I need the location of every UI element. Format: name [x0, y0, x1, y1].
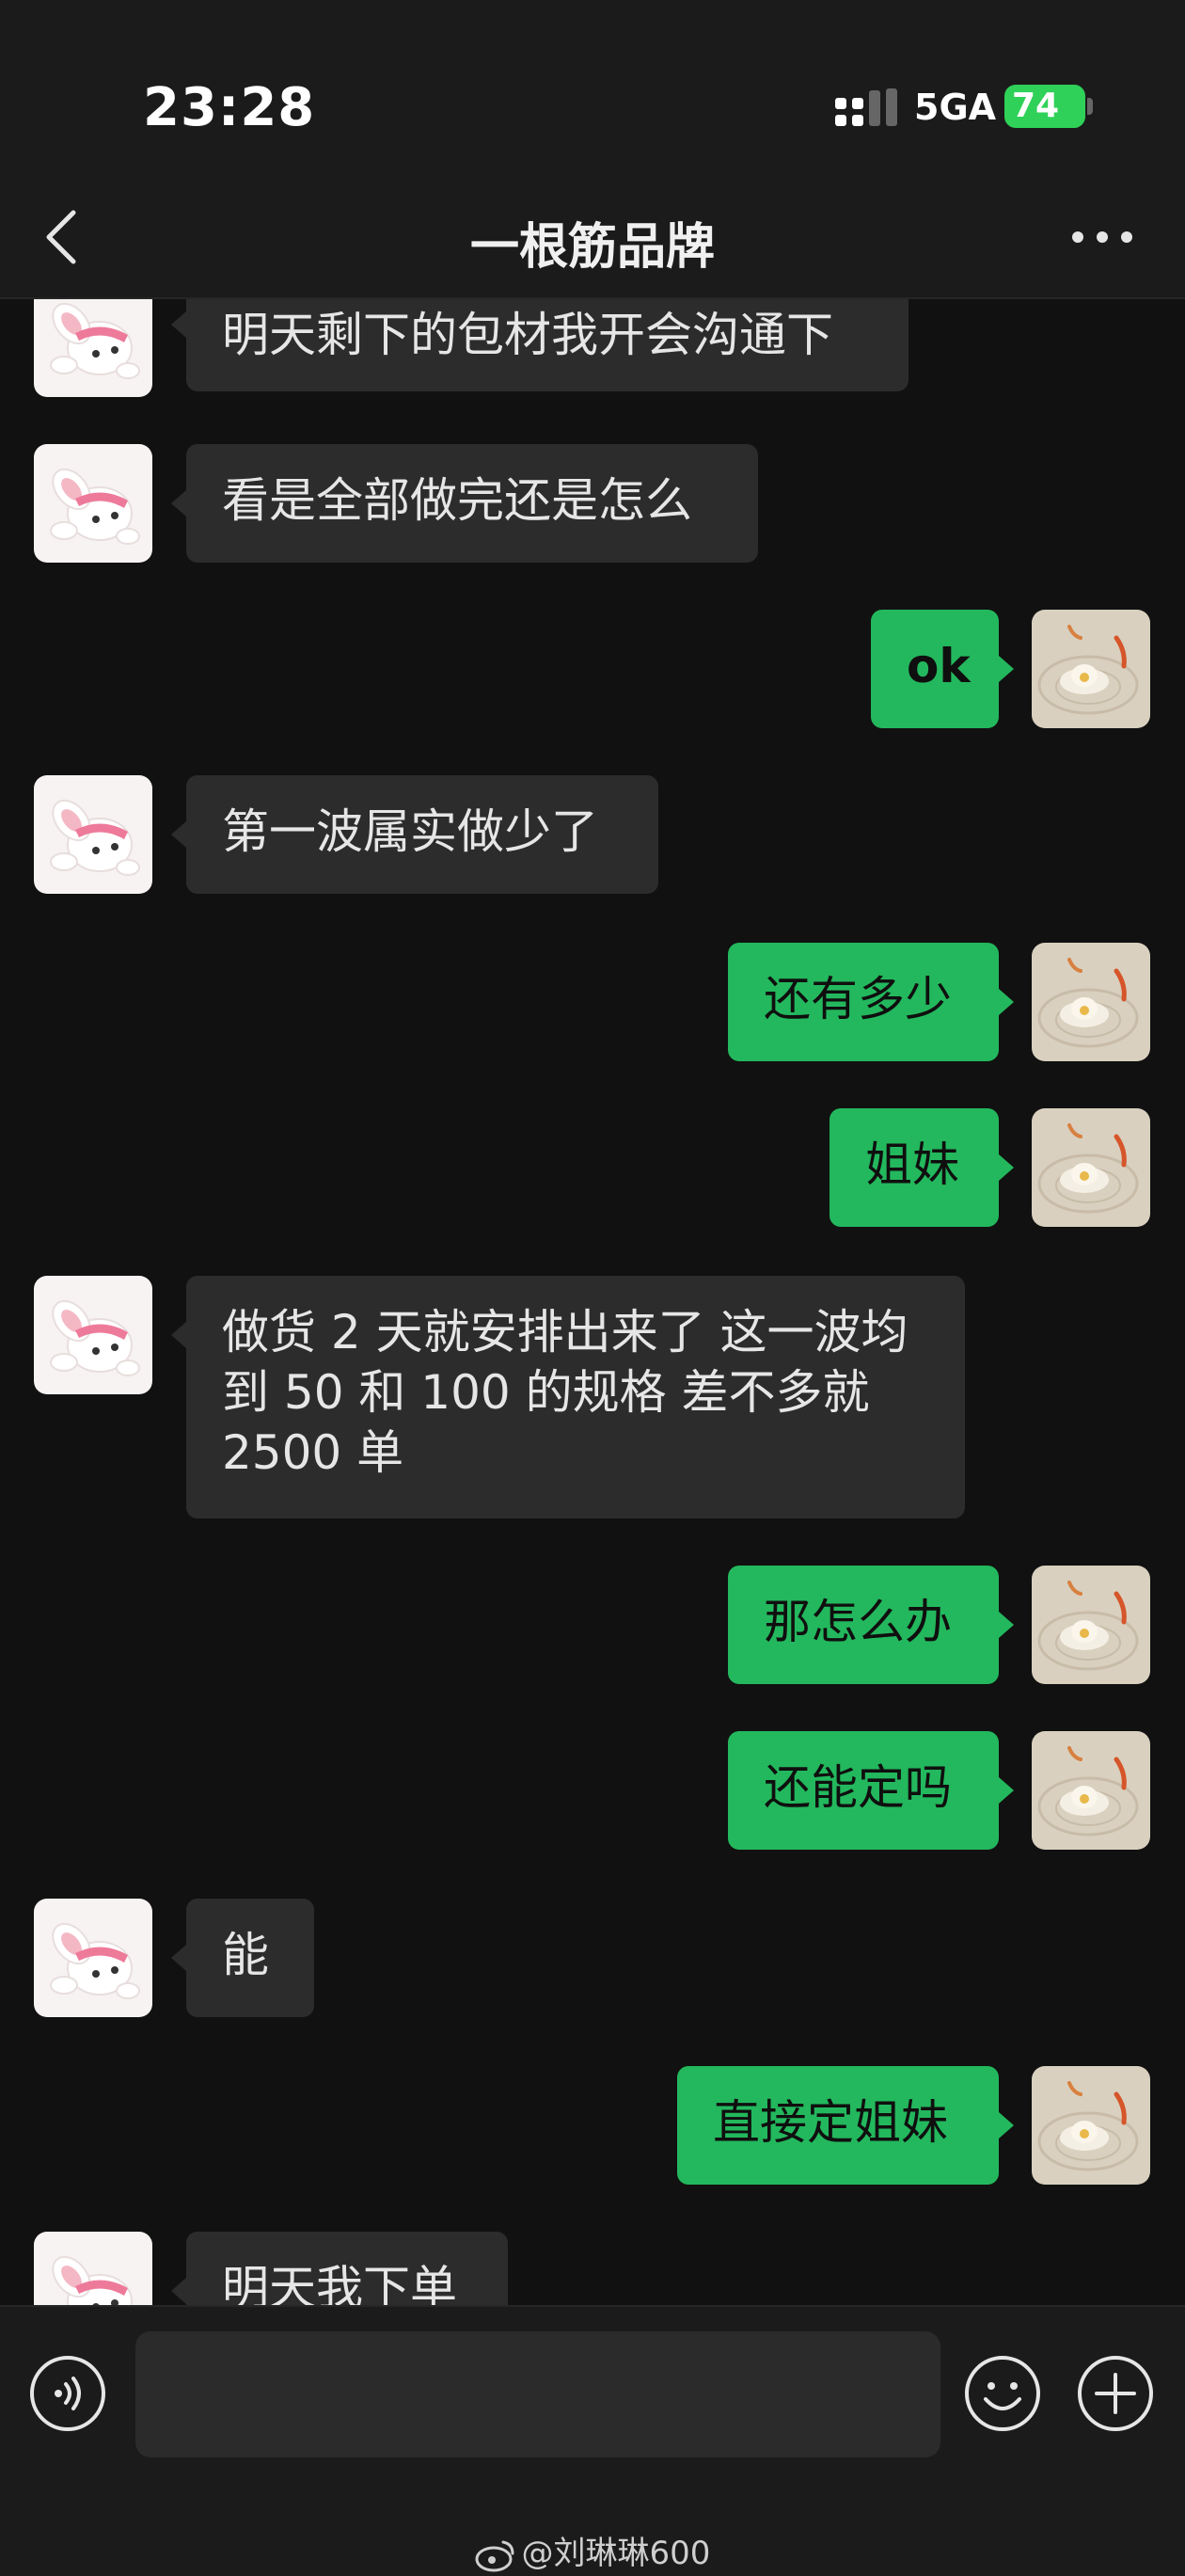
signal-icon: [835, 88, 897, 126]
message-text-line: 到 50 和 100 的规格 差不多就: [222, 1365, 870, 1420]
my-avatar[interactable]: [1032, 610, 1150, 728]
message-list[interactable]: 明天剩下的包材我开会沟通下 看是全部做完还是怎么 ok 第一波属实做少了 还有多…: [0, 299, 1185, 2305]
battery-tip: [1087, 98, 1093, 115]
message-text-line: 做货 2 天就安排出来了 这一波均: [222, 1305, 908, 1360]
chat-header: 一根筋品牌: [0, 179, 1185, 299]
message-bubble[interactable]: 姐妹: [830, 1108, 999, 1227]
watermark-text: @刘琳琳600: [521, 2535, 711, 2572]
message-text: 直接定姐妹: [713, 2095, 948, 2150]
message-bubble[interactable]: 明天剩下的包材我开会沟通下: [186, 299, 908, 391]
my-avatar[interactable]: [1032, 1108, 1150, 1227]
contact-avatar[interactable]: [34, 1276, 152, 1394]
watermark: @刘琳琳600: [0, 2527, 1185, 2573]
message-text: 姐妹: [865, 1137, 959, 1192]
message-bubble[interactable]: 还有多少: [728, 943, 999, 1061]
message-text: 能: [222, 1928, 269, 1982]
emoji-icon[interactable]: [963, 2354, 1042, 2433]
message-bubble[interactable]: 明天我下单: [186, 2232, 508, 2305]
message-bubble[interactable]: ok: [871, 610, 999, 728]
status-time: 23:28: [143, 77, 316, 138]
message-text: 明天剩下的包材我开会沟通下: [222, 308, 833, 362]
message-text: 还能定吗: [764, 1760, 952, 1815]
battery-indicator: 74: [1004, 85, 1085, 128]
contact-avatar[interactable]: [34, 2232, 152, 2305]
message-text: 还有多少: [764, 972, 952, 1026]
message-input[interactable]: [135, 2331, 940, 2457]
message-text: 那怎么办: [764, 1595, 952, 1649]
status-bar: 23:28 5GA 74: [0, 0, 1185, 179]
contact-avatar[interactable]: [34, 299, 152, 397]
message-bubble[interactable]: 直接定姐妹: [677, 2066, 999, 2185]
my-avatar[interactable]: [1032, 1566, 1150, 1684]
message-bubble[interactable]: 第一波属实做少了: [186, 775, 658, 894]
contact-avatar[interactable]: [34, 775, 152, 894]
voice-input-icon[interactable]: [28, 2354, 107, 2433]
message-bubble[interactable]: 看是全部做完还是怎么: [186, 444, 758, 563]
message-text-line: 2500 单: [222, 1425, 404, 1480]
message-text: ok: [907, 639, 971, 693]
network-type: 5GA: [914, 87, 997, 128]
contact-avatar[interactable]: [34, 444, 152, 563]
message-bubble[interactable]: 还能定吗: [728, 1731, 999, 1850]
message-bubble[interactable]: 能: [186, 1899, 314, 2017]
my-avatar[interactable]: [1032, 943, 1150, 1061]
my-avatar[interactable]: [1032, 1731, 1150, 1850]
message-text: 第一波属实做少了: [222, 804, 598, 859]
plus-icon[interactable]: [1076, 2354, 1155, 2433]
contact-avatar[interactable]: [34, 1899, 152, 2017]
chat-title: 一根筋品牌: [469, 219, 715, 276]
message-bubble[interactable]: 那怎么办: [728, 1566, 999, 1684]
message-text: 看是全部做完还是怎么: [222, 473, 692, 528]
message-bubble[interactable]: 做货 2 天就安排出来了 这一波均 到 50 和 100 的规格 差不多就 25…: [186, 1276, 965, 1519]
message-text: 明天我下单: [222, 2261, 457, 2305]
my-avatar[interactable]: [1032, 2066, 1150, 2185]
weibo-logo-icon: [475, 2540, 514, 2571]
more-options-icon[interactable]: [1068, 207, 1136, 267]
